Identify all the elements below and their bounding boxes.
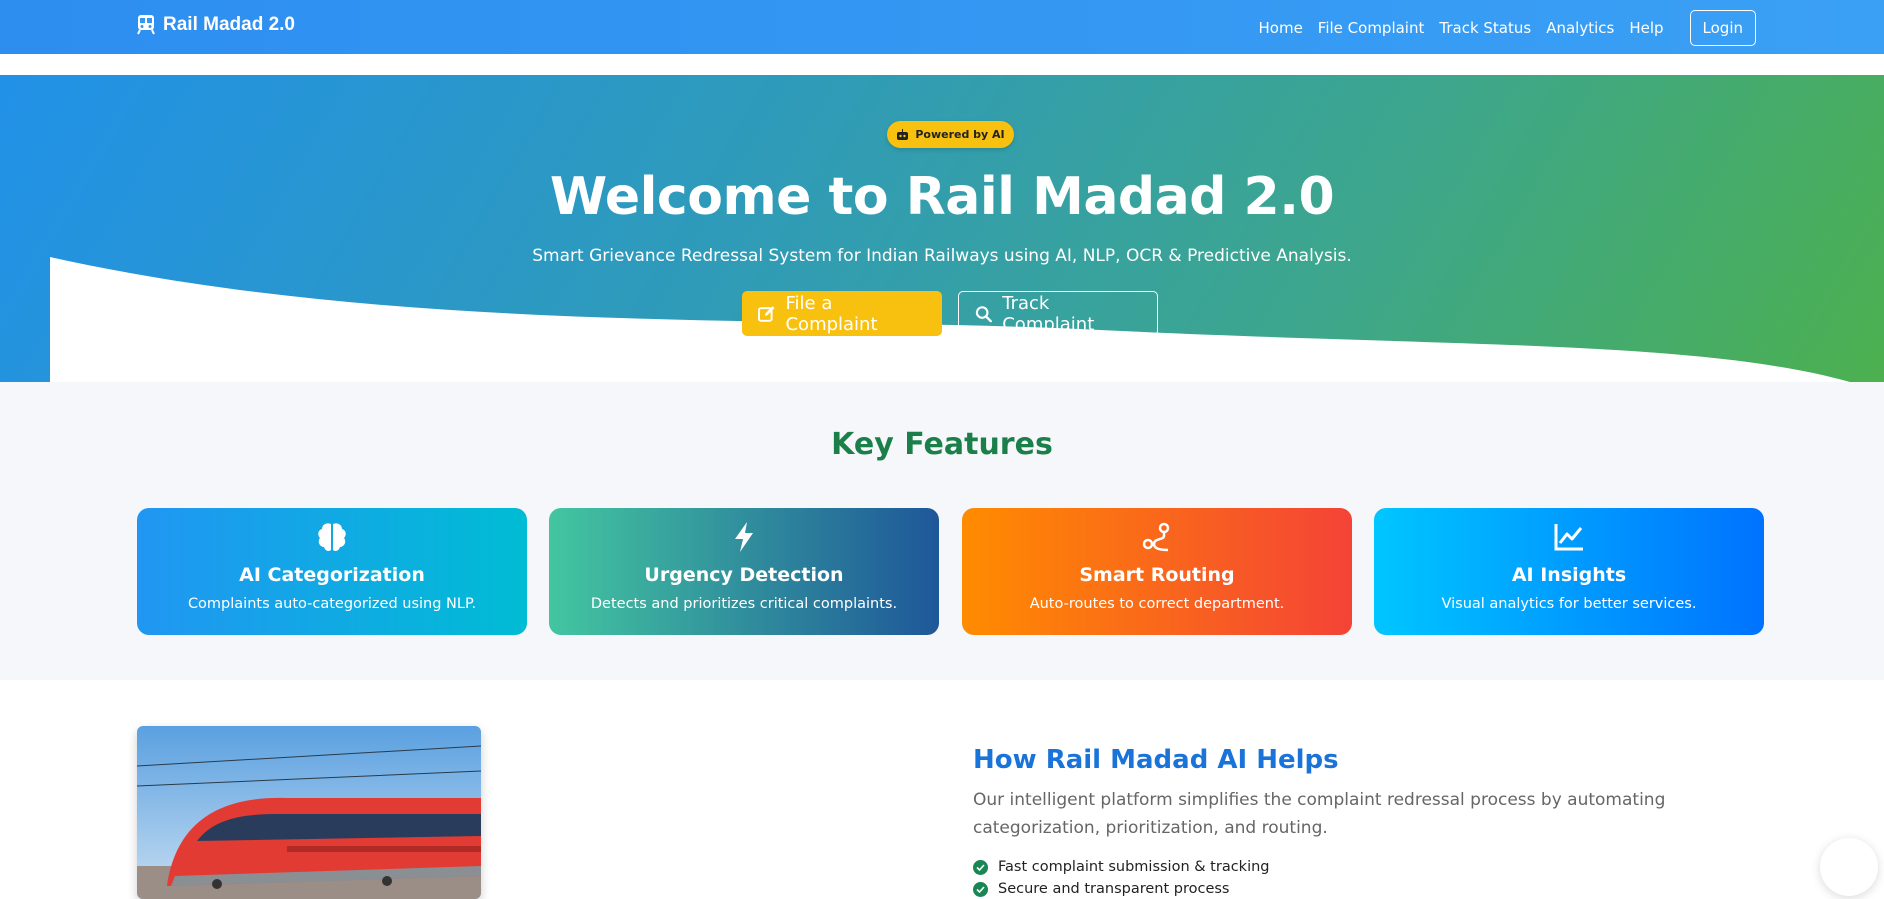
brand-name: Rail Madad 2.0 [163, 14, 295, 35]
check-circle-icon [973, 881, 988, 897]
chart-line-icon [1554, 524, 1583, 551]
nav-help[interactable]: Help [1629, 19, 1663, 37]
chat-float-button[interactable] [1820, 838, 1878, 896]
brand-logo[interactable]: Rail Madad 2.0 [137, 14, 295, 36]
hero-subtitle: Smart Grievance Redressal System for Ind… [532, 246, 1352, 266]
track-complaint-label: Track Complaint [1002, 292, 1095, 335]
file-complaint-label: File a Complaint [785, 292, 878, 335]
nav-links: Home File Complaint Track Status Analyti… [1259, 10, 1756, 46]
features-section: Key Features AI Categorization Complaint… [0, 382, 1884, 680]
badge-label: Powered by AI [915, 128, 1005, 141]
feature-card-ai-categorization[interactable]: AI Categorization Complaints auto-catego… [137, 508, 527, 635]
nav-track-status[interactable]: Track Status [1439, 19, 1531, 37]
train-image [137, 726, 481, 899]
feature-desc: Complaints auto-categorized using NLP. [187, 596, 477, 612]
track-complaint-button[interactable]: Track Complaint [958, 291, 1158, 336]
route-icon [1142, 522, 1170, 552]
powered-by-ai-badge: Powered by AI [887, 121, 1014, 148]
feature-desc: Auto-routes to correct department. [1029, 596, 1285, 612]
edit-icon [758, 305, 775, 322]
list-item-text: Secure and transparent process [998, 881, 1230, 897]
check-circle-icon [973, 859, 988, 875]
feature-card-urgency-detection[interactable]: Urgency Detection Detects and prioritize… [549, 508, 939, 635]
list-item: Fast complaint submission & tracking [973, 856, 1270, 878]
file-complaint-button[interactable]: File a Complaint [742, 291, 942, 336]
nav-home[interactable]: Home [1259, 19, 1303, 37]
train-illustration [137, 726, 481, 899]
how-title: How Rail Madad AI Helps [973, 745, 1339, 775]
how-feature-list: Fast complaint submission & tracking Sec… [973, 856, 1270, 899]
feature-desc: Visual analytics for better services. [1441, 596, 1697, 612]
nav-file-complaint[interactable]: File Complaint [1318, 19, 1425, 37]
nav-analytics[interactable]: Analytics [1546, 19, 1614, 37]
features-title: Key Features [831, 427, 1053, 462]
navbar: Rail Madad 2.0 Home File Complaint Track… [0, 0, 1884, 54]
how-description: Our intelligent platform simplifies the … [973, 790, 1666, 838]
list-item-text: Fast complaint submission & tracking [998, 859, 1270, 875]
list-item: Secure and transparent process [973, 878, 1270, 899]
feature-card-ai-insights[interactable]: AI Insights Visual analytics for better … [1374, 508, 1764, 635]
feature-title: AI Categorization [239, 564, 425, 586]
feature-title: AI Insights [1511, 564, 1627, 586]
search-icon [975, 305, 992, 322]
hero-section: Powered by AI Welcome to Rail Madad 2.0 … [0, 75, 1884, 382]
train-icon [137, 15, 155, 35]
brain-icon [318, 523, 346, 551]
hero-title: Welcome to Rail Madad 2.0 [549, 167, 1335, 227]
feature-desc: Detects and prioritizes critical complai… [590, 596, 898, 612]
bolt-icon [735, 522, 753, 552]
feature-title: Urgency Detection [644, 564, 844, 586]
robot-icon [897, 128, 909, 140]
feature-title: Smart Routing [1079, 564, 1235, 586]
feature-card-smart-routing[interactable]: Smart Routing Auto-routes to correct dep… [962, 508, 1352, 635]
login-button[interactable]: Login [1689, 10, 1756, 46]
